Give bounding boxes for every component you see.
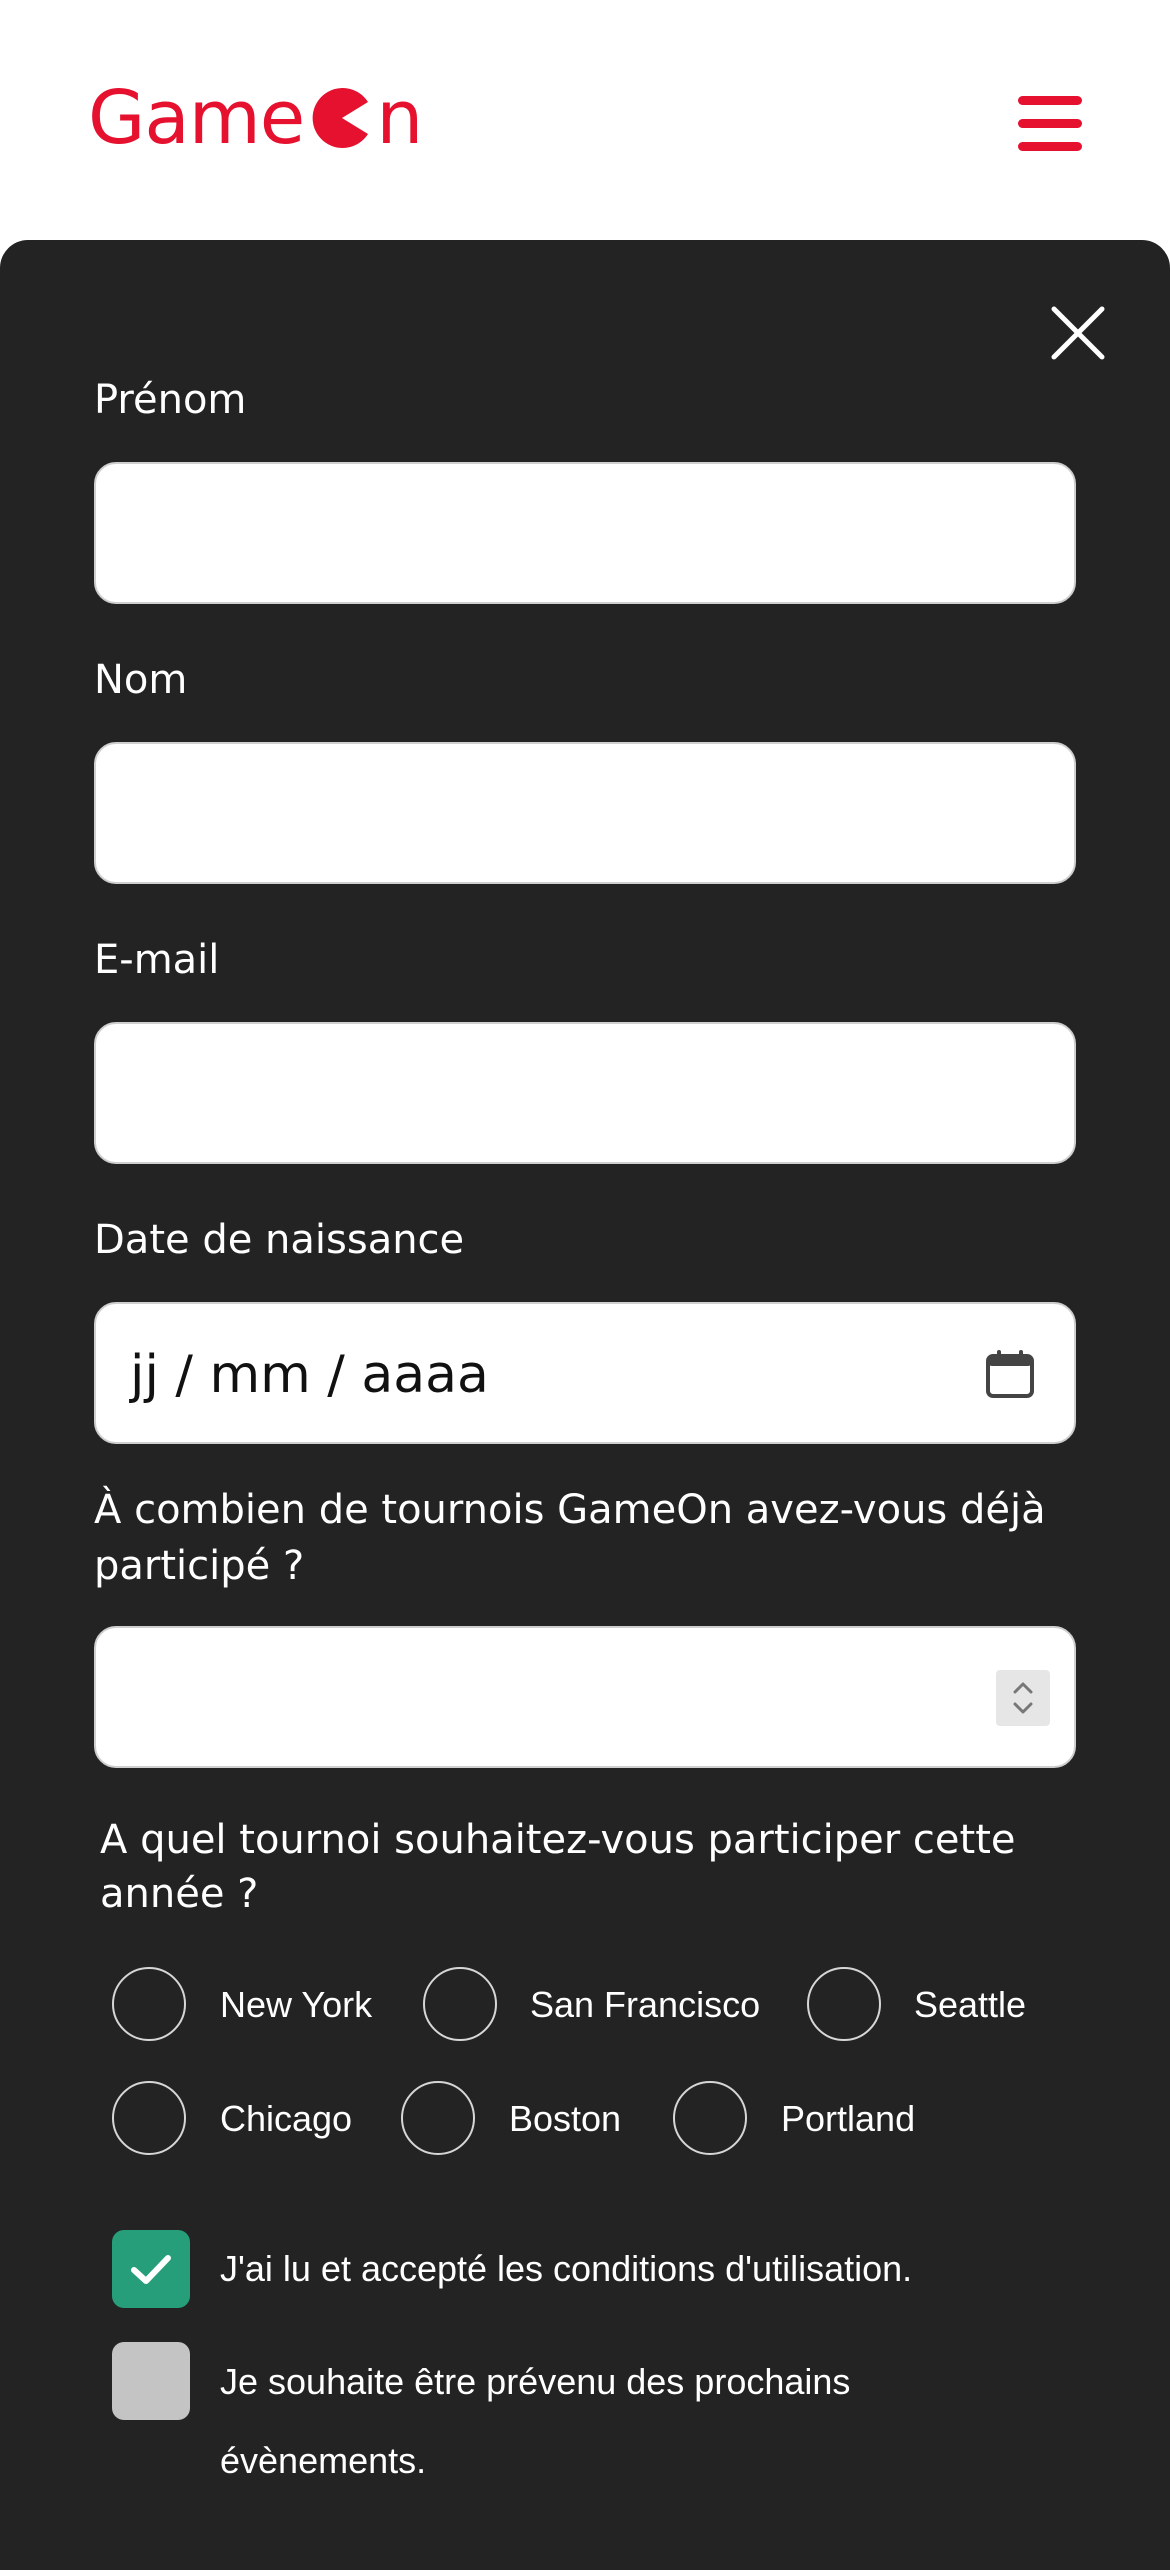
- newsletter-label-line1: Je souhaite être prévenu des prochains: [220, 2361, 851, 2402]
- email-input[interactable]: [94, 1022, 1076, 1164]
- quantity-label-line1: À combien de tournois GameOn avez-vous d…: [94, 1487, 1046, 1533]
- calendar-icon[interactable]: [984, 1348, 1036, 1400]
- radio-label-portland: Portland: [781, 2098, 916, 2139]
- logo-pacman-icon: [312, 88, 369, 148]
- last-name-input[interactable]: [94, 742, 1076, 884]
- radio-label-chicago: Chicago: [220, 2098, 353, 2139]
- header: Game n: [0, 0, 1170, 240]
- terms-checkbox[interactable]: [112, 2230, 190, 2308]
- radio-san-francisco[interactable]: [423, 1967, 497, 2041]
- radio-chicago[interactable]: [112, 2081, 186, 2155]
- radio-label-seattle: Seattle: [914, 1984, 1027, 2025]
- birthdate-input[interactable]: jj / mm / aaaa: [94, 1302, 1076, 1444]
- radio-label-boston: Boston: [509, 2098, 622, 2139]
- close-icon[interactable]: [1050, 305, 1106, 361]
- birthdate-placeholder: jj / mm / aaaa: [130, 1345, 489, 1405]
- last-name-label: Nom: [94, 657, 188, 703]
- radio-seattle[interactable]: [807, 1967, 881, 2041]
- birthdate-label: Date de naissance: [94, 1217, 465, 1263]
- newsletter-checkbox[interactable]: [112, 2342, 190, 2420]
- terms-label: J'ai lu et accepté les conditions d'util…: [220, 2248, 913, 2289]
- quantity-stepper[interactable]: [996, 1670, 1050, 1726]
- logo-text-n: n: [376, 75, 423, 161]
- logo-text-game: Game: [88, 75, 305, 161]
- quantity-label-line2: participé ?: [94, 1543, 305, 1589]
- newsletter-label-line2: évènements.: [220, 2440, 427, 2481]
- first-name-input[interactable]: [94, 462, 1076, 604]
- first-name-label: Prénom: [94, 377, 247, 423]
- hamburger-menu-icon[interactable]: [1018, 96, 1082, 152]
- location-label-line1: A quel tournoi souhaitez-vous participer…: [100, 1817, 1016, 1863]
- quantity-input[interactable]: [94, 1626, 1076, 1768]
- radio-boston[interactable]: [401, 2081, 475, 2155]
- stepper-arrows-icon: [1013, 1682, 1033, 1714]
- radio-portland[interactable]: [673, 2081, 747, 2155]
- location-label-line2: année ?: [100, 1871, 259, 1917]
- radio-label-new-york: New York: [220, 1984, 373, 2025]
- radio-label-san-francisco: San Francisco: [530, 1984, 761, 2025]
- radio-new-york[interactable]: [112, 1967, 186, 2041]
- check-icon: [131, 2255, 171, 2284]
- email-label: E-mail: [94, 937, 220, 983]
- gameon-logo[interactable]: Game n: [88, 75, 423, 161]
